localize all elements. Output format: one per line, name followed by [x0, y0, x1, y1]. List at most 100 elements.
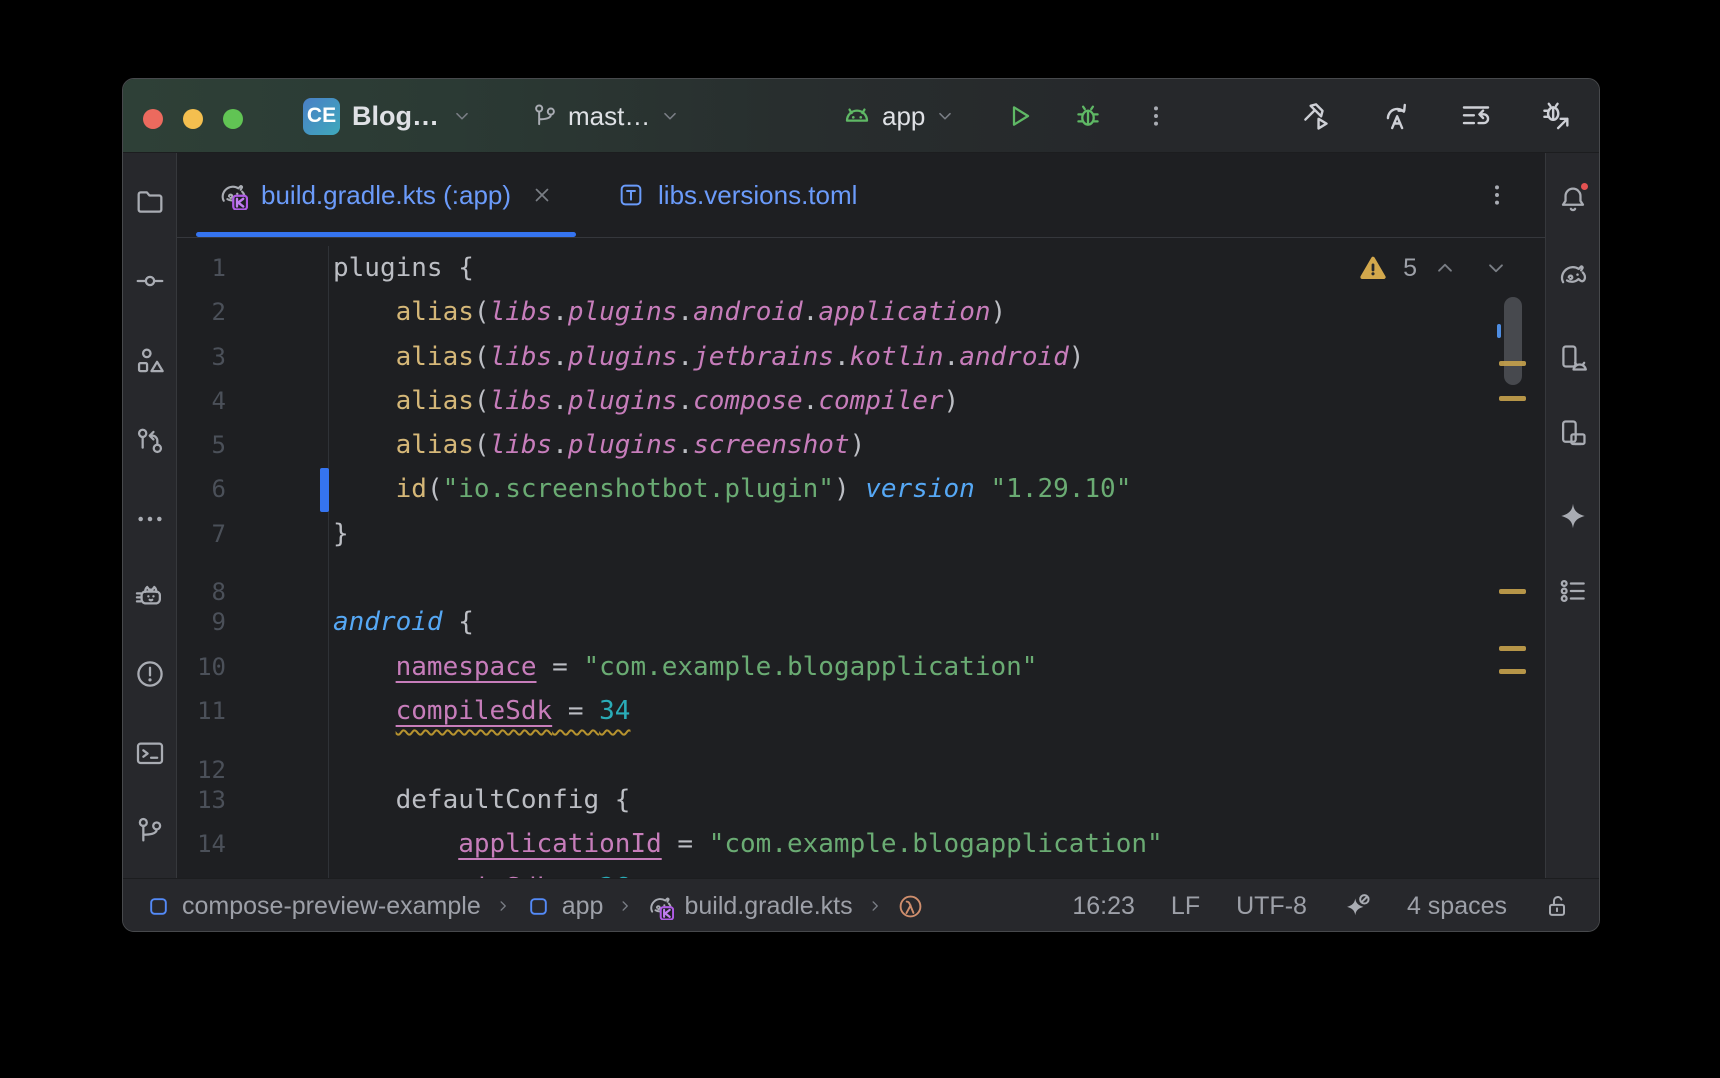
tab-build-gradle-kts[interactable]: build.gradle.kts (:app): [196, 153, 576, 237]
status-item-ai-off[interactable]: [1343, 892, 1371, 920]
tool-window-button-terminal[interactable]: [126, 729, 174, 777]
breadcrumb-label: compose-preview-example: [182, 892, 481, 921]
error-stripe-warning-mark[interactable]: [1499, 361, 1526, 366]
line-number[interactable]: 1: [177, 246, 226, 290]
status-item-lock-open[interactable]: [1543, 892, 1571, 920]
sync-translate-button[interactable]: [1379, 99, 1413, 133]
status-item-utf-8[interactable]: UTF-8: [1236, 892, 1307, 921]
minimize-window-button[interactable]: [183, 109, 203, 129]
status-item-lf[interactable]: LF: [1171, 892, 1200, 921]
close-tab-icon[interactable]: [530, 183, 554, 207]
lock-open-icon: [1543, 892, 1571, 920]
tab-options-button[interactable]: [1483, 153, 1511, 237]
line-number[interactable]: 10: [177, 645, 226, 689]
status-item-16-23[interactable]: 16:23: [1072, 892, 1135, 921]
error-stripe-warning-mark[interactable]: [1499, 646, 1526, 651]
branch-widget[interactable]: mast…: [531, 79, 681, 153]
line-number[interactable]: 11: [177, 689, 226, 733]
tool-window-button-project-folder[interactable]: [126, 177, 174, 225]
breadcrumb-item[interactable]: compose-preview-example: [145, 892, 481, 921]
tool-window-button-gradle[interactable]: [1549, 252, 1597, 300]
tool-window-button-commit[interactable]: [126, 257, 174, 305]
project-folder-icon: [134, 185, 166, 217]
code-text[interactable]: [328, 733, 1545, 777]
tool-window-button-notifications[interactable]: [1549, 175, 1597, 223]
code-line: 8: [177, 556, 1545, 600]
code-text[interactable]: defaultConfig {: [328, 778, 1545, 822]
bug-icon: [1072, 100, 1104, 132]
tool-window-button-pull-requests[interactable]: [126, 417, 174, 465]
line-number[interactable]: 3: [177, 335, 226, 379]
line-number[interactable]: 13: [177, 778, 226, 822]
kebab-icon: [1142, 102, 1170, 130]
tool-window-button-running-devices[interactable]: [1549, 409, 1597, 457]
title-bar-actions: [1299, 79, 1573, 153]
breadcrumb-item[interactable]: [897, 893, 924, 920]
code-text[interactable]: [328, 556, 1545, 600]
inspections-widget[interactable]: 5: [1358, 248, 1509, 288]
code-text[interactable]: id("io.screenshotbot.plugin") version "1…: [328, 467, 1545, 511]
code-text[interactable]: alias(libs.plugins.android.application): [328, 290, 1545, 334]
debug-button[interactable]: [1072, 100, 1104, 132]
profiler-button[interactable]: [1459, 99, 1493, 133]
tool-window-button-structure[interactable]: [126, 337, 174, 385]
scrollbar-thumb[interactable]: [1504, 297, 1522, 385]
line-number[interactable]: 9: [177, 600, 226, 644]
code-text[interactable]: alias(libs.plugins.jetbrains.kotlin.andr…: [328, 335, 1545, 379]
left-tool-window-stripe: [123, 153, 177, 878]
code-line: 6 id("io.screenshotbot.plugin") version …: [177, 467, 1545, 511]
kebab-icon: [1483, 181, 1511, 209]
code-text[interactable]: namespace = "com.example.blogapplication…: [328, 645, 1545, 689]
refresh-a-icon: [1379, 99, 1413, 133]
line-number[interactable]: 5: [177, 423, 226, 467]
problems-icon: [134, 658, 166, 690]
code-line: 9 android {: [177, 600, 1545, 644]
previous-problem-button[interactable]: [1432, 255, 1458, 281]
code-text[interactable]: compileSdk = 34: [328, 689, 1545, 733]
line-number[interactable]: 15: [177, 866, 226, 878]
tool-window-button-logcat[interactable]: [126, 571, 174, 619]
error-stripe-caret-mark[interactable]: [1497, 324, 1501, 338]
code-text[interactable]: android {: [328, 600, 1545, 644]
breadcrumb-item[interactable]: build.gradle.kts: [647, 892, 852, 921]
line-number[interactable]: 2: [177, 290, 226, 334]
error-stripe-warning-mark[interactable]: [1499, 396, 1526, 401]
run-configuration-selector[interactable]: app: [841, 100, 956, 132]
close-window-button[interactable]: [143, 109, 163, 129]
breadcrumb-item[interactable]: app: [525, 892, 604, 921]
debug-attach-button[interactable]: [1539, 99, 1573, 133]
more-run-actions-button[interactable]: [1142, 102, 1170, 130]
code-text[interactable]: applicationId = "com.example.blogapplica…: [328, 822, 1545, 866]
next-problem-button[interactable]: [1483, 255, 1509, 281]
toml-file-icon: [617, 181, 645, 209]
line-number[interactable]: 7: [177, 512, 226, 556]
code-text[interactable]: alias(libs.plugins.compose.compiler): [328, 379, 1545, 423]
code-line: 15 minSdk = 26: [177, 866, 1545, 878]
tool-window-button-more-tools[interactable]: [126, 495, 174, 543]
zoom-window-button[interactable]: [223, 109, 243, 129]
code-text[interactable]: alias(libs.plugins.screenshot): [328, 423, 1545, 467]
tool-window-button-git[interactable]: [126, 807, 174, 855]
error-stripe-warning-mark[interactable]: [1499, 589, 1526, 594]
chev-up-icon: [1432, 255, 1458, 281]
build-run-tests-button[interactable]: [1299, 99, 1333, 133]
run-button[interactable]: [1004, 100, 1036, 132]
line-number[interactable]: 14: [177, 822, 226, 866]
line-number[interactable]: 6: [177, 467, 226, 511]
code-text[interactable]: }: [328, 512, 1545, 556]
tab-libs-versions-toml[interactable]: libs.versions.toml: [595, 153, 879, 237]
tool-window-button-device-manager[interactable]: [1549, 334, 1597, 382]
tool-window-button-gemini[interactable]: [1549, 492, 1597, 540]
code-text[interactable]: minSdk = 26: [328, 866, 1545, 878]
status-item-4-spaces[interactable]: 4 spaces: [1407, 892, 1507, 921]
tool-window-button-todo[interactable]: [1549, 567, 1597, 615]
breadcrumb-label: app: [562, 892, 604, 921]
right-tool-window-stripe: [1545, 153, 1599, 878]
tool-window-button-problems[interactable]: [126, 650, 174, 698]
chev-down-icon: [1483, 255, 1509, 281]
line-number[interactable]: 4: [177, 379, 226, 423]
code-viewport[interactable]: 1plugins {2 alias(libs.plugins.android.a…: [177, 238, 1545, 878]
error-stripe-warning-mark[interactable]: [1499, 669, 1526, 674]
project-widget[interactable]: CE Blog…: [303, 79, 473, 153]
module-icon: [525, 893, 552, 920]
